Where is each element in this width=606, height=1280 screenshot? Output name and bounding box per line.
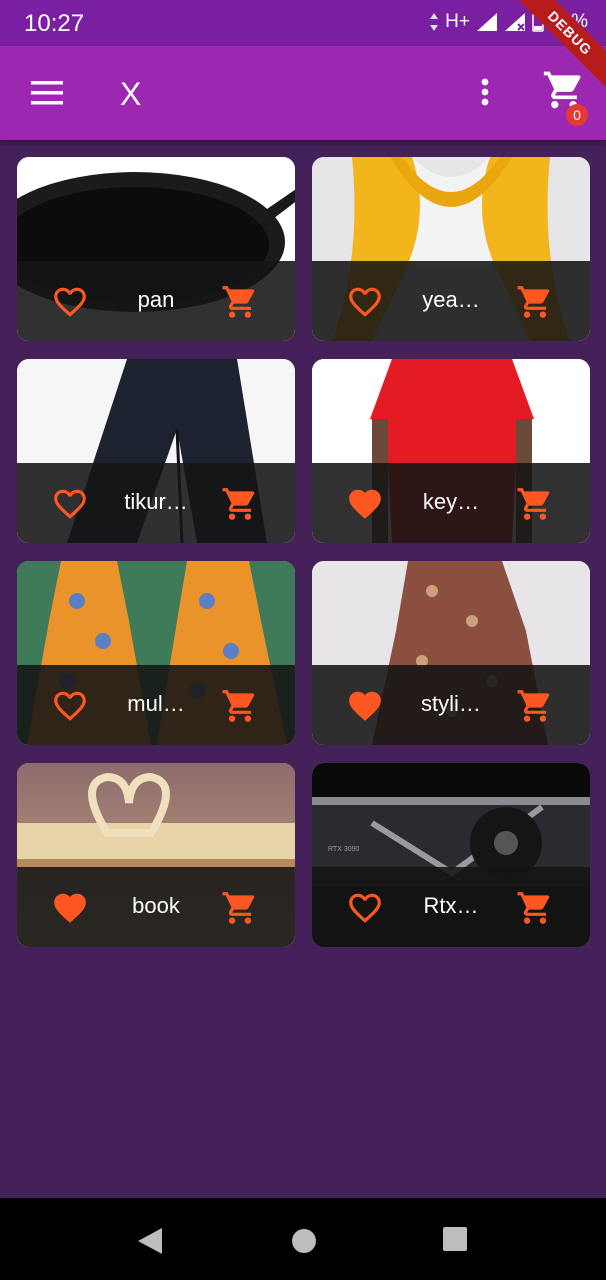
- product-grid-area: pan yea… tikur… key… mul… styli… book RT…: [0, 140, 606, 1198]
- product-name: styli…: [421, 691, 481, 716]
- product-name: key…: [422, 489, 480, 514]
- product-name: pan: [137, 287, 175, 312]
- add-to-cart-icon[interactable]: [221, 283, 259, 321]
- card-footer: book: [17, 867, 295, 947]
- add-to-cart-icon[interactable]: [221, 485, 259, 523]
- card-footer: yea…: [312, 261, 590, 341]
- card-footer: mul…: [17, 665, 295, 745]
- add-to-cart-icon[interactable]: [516, 889, 554, 927]
- favorite-icon[interactable]: [51, 889, 89, 927]
- product-card[interactable]: RTX 3090 Rtx…: [312, 763, 590, 947]
- status-bar: 10:27 H+ 24%: [0, 0, 606, 46]
- app-title: X: [120, 76, 142, 112]
- product-card[interactable]: pan: [17, 157, 295, 341]
- network-type: H+: [445, 11, 470, 32]
- add-to-cart-icon[interactable]: [221, 889, 259, 927]
- system-nav-bar: [0, 1198, 606, 1280]
- favorite-border-icon[interactable]: [346, 283, 384, 321]
- back-icon[interactable]: [136, 1226, 164, 1256]
- signal-icon: [476, 13, 497, 31]
- menu-icon[interactable]: [28, 76, 66, 110]
- add-to-cart-icon[interactable]: [516, 283, 554, 321]
- product-card[interactable]: styli…: [312, 561, 590, 745]
- favorite-icon[interactable]: [346, 485, 384, 523]
- card-footer: key…: [312, 463, 590, 543]
- app-bar: X 0: [0, 46, 606, 140]
- product-name: book: [132, 893, 180, 918]
- status-time: 10:27: [24, 10, 85, 37]
- cart-count-badge: 0: [566, 104, 588, 126]
- add-to-cart-icon[interactable]: [221, 687, 259, 725]
- card-footer: pan: [17, 261, 295, 341]
- product-name: Rtx…: [423, 893, 479, 918]
- add-to-cart-icon[interactable]: [516, 485, 554, 523]
- favorite-border-icon[interactable]: [51, 485, 89, 523]
- product-grid: pan yea… tikur… key… mul… styli… book RT…: [17, 157, 590, 947]
- home-icon[interactable]: [291, 1228, 317, 1254]
- more-vert-icon[interactable]: [472, 74, 498, 110]
- product-card[interactable]: mul…: [17, 561, 295, 745]
- product-name: tikur…: [124, 489, 188, 514]
- favorite-border-icon[interactable]: [51, 687, 89, 725]
- signal-no-sim-icon: [504, 13, 525, 31]
- product-card[interactable]: book: [17, 763, 295, 947]
- gpu-model-text: RTX 3090: [328, 846, 359, 853]
- favorite-border-icon[interactable]: [51, 283, 89, 321]
- data-arrows-icon: [430, 13, 439, 31]
- card-footer: styli…: [312, 665, 590, 745]
- favorite-border-icon[interactable]: [346, 889, 384, 927]
- recents-icon[interactable]: [442, 1226, 468, 1252]
- product-card[interactable]: key…: [312, 359, 590, 543]
- add-to-cart-icon[interactable]: [516, 687, 554, 725]
- card-footer: Rtx…: [312, 867, 590, 947]
- product-name: yea…: [422, 287, 480, 312]
- favorite-icon[interactable]: [346, 687, 384, 725]
- card-footer: tikur…: [17, 463, 295, 543]
- product-card[interactable]: yea…: [312, 157, 590, 341]
- product-name: mul…: [127, 691, 185, 716]
- product-card[interactable]: tikur…: [17, 359, 295, 543]
